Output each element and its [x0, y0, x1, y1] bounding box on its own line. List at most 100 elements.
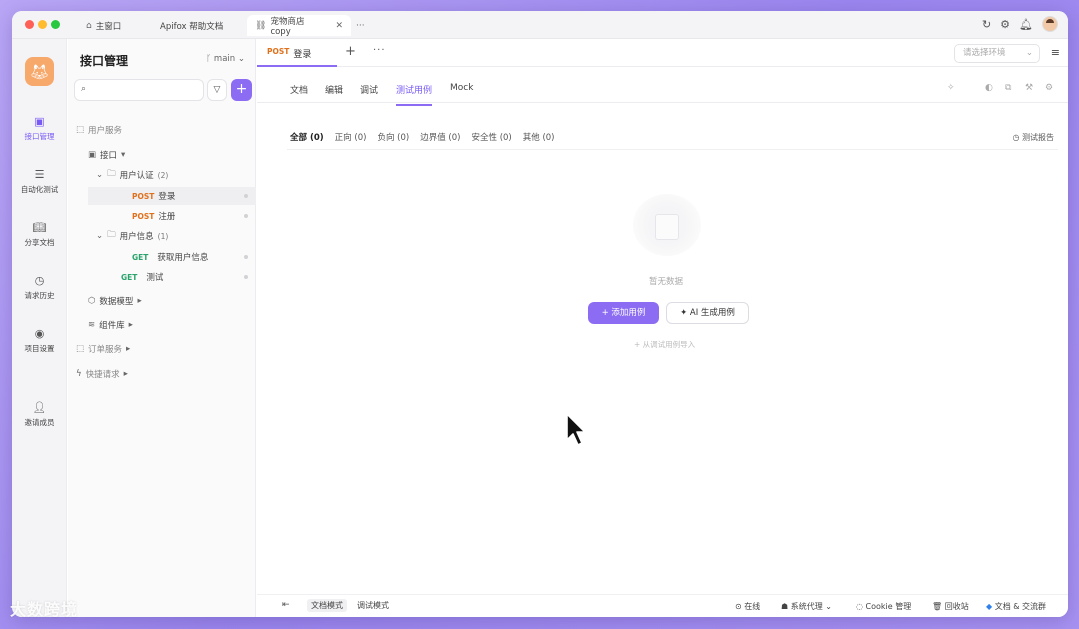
branch-selector[interactable]: ᚴ main ⌄ [206, 54, 245, 64]
filter-boundary[interactable]: 边界值 (0) [420, 131, 460, 143]
caret-right-icon: ▸ [128, 320, 133, 330]
tree-item-test[interactable]: GET 测试 [88, 268, 256, 286]
case-filters: 全部 (0) 正向 (0) 负向 (0) 边界值 (0) 安全性 (0) 其他 … [290, 131, 555, 143]
tree-quick-request[interactable]: ϟ 快捷请求 ▸ [76, 365, 128, 383]
tree-order-service[interactable]: ⬚ 订单服务 ▸ [76, 340, 130, 358]
tab-doc[interactable]: 文档 [290, 83, 308, 104]
branch-icon: ᚴ [206, 54, 212, 64]
branch-name: main [213, 54, 236, 64]
bell-icon[interactable]: 🔔︎ [1019, 18, 1033, 31]
request-tab-name: 登录 [293, 50, 312, 60]
ai-generate-button[interactable]: ✦ AI 生成用例 [666, 302, 749, 324]
maximize-window-button[interactable] [51, 20, 60, 29]
close-tab-icon[interactable]: ✕ [335, 21, 343, 31]
window-tab-help[interactable]: Apifox 帮助文档 [152, 15, 231, 36]
rail-item-history[interactable]: ◷ 请求历史 [12, 274, 67, 301]
gear-icon[interactable]: ⚙ [1000, 18, 1010, 31]
palette-icon[interactable]: ◐ [985, 83, 993, 93]
search-input[interactable]: ⌕ [74, 79, 204, 101]
status-bar: ⇤ 文档模式 调试模式 ⊙ 在线 ☗ 系统代理 ⌄ ◌ Cookie 管理 🗑︎… [257, 594, 1068, 617]
rail-item-label: 分享文档 [24, 238, 55, 247]
cookie-manager[interactable]: ◌ Cookie 管理 [856, 601, 911, 612]
filter-positive[interactable]: 正向 (0) [335, 131, 367, 143]
folder-service-icon: ⬚ [76, 125, 85, 135]
new-tab-button[interactable]: + [345, 44, 356, 59]
debug-mode-toggle[interactable]: 调试模式 [353, 599, 393, 612]
rail-item-settings[interactable]: ◉ 项目设置 [12, 327, 67, 354]
tab-debug[interactable]: 调试 [360, 83, 378, 104]
filter-all[interactable]: 全部 (0) [290, 131, 324, 143]
check-circle-icon: ⊙ [735, 602, 742, 611]
more-icon: ··· [356, 20, 365, 31]
method-badge: GET [132, 252, 149, 262]
more-icon[interactable]: ··· [373, 45, 386, 56]
more-tabs-button[interactable]: ··· [348, 15, 373, 36]
environment-select[interactable]: 请选择环境 ⌄ [954, 44, 1040, 63]
proxy-selector[interactable]: ☗ 系统代理 ⌄ [781, 601, 832, 612]
clock-icon: ◷ [34, 274, 45, 287]
rail-item-invite[interactable]: 👤︎ 邀请成员 [12, 401, 67, 428]
test-report-button[interactable]: ◷ 测试报告 [1012, 132, 1054, 143]
avatar[interactable] [1042, 16, 1058, 32]
caret-down-icon: ▾ [121, 150, 126, 160]
clock-icon: ◷ [1012, 133, 1020, 142]
chevron-down-icon: ⌄ [96, 231, 104, 241]
request-tab-bar: POST 登录 + ··· 请选择环境 ⌄ ≡ [257, 39, 1068, 67]
tree-folder-info[interactable]: ⌄ 🗀︎ 用户信息 (1) [96, 227, 168, 245]
sidebar-title: 接口管理 [80, 54, 129, 68]
tree-item-register[interactable]: POST 注册 [88, 207, 256, 225]
window-tab-main[interactable]: ⌂ 主窗口 [78, 15, 129, 36]
add-button[interactable]: + [231, 79, 252, 101]
minimize-window-button[interactable] [38, 20, 47, 29]
filter-negative[interactable]: 负向 (0) [377, 131, 409, 143]
method-badge: GET [121, 272, 138, 282]
recycle-bin[interactable]: 🗑︎ 回收站 [932, 601, 969, 612]
app-window: ⌂ 主窗口 Apifox 帮助文档 ⛓ 宠物商店 copy ✕ ··· ↻ ⚙ … [12, 11, 1068, 617]
filter-security[interactable]: 安全性 (0) [471, 131, 511, 143]
doc-mode-toggle[interactable]: 文档模式 [307, 599, 347, 612]
tab-mock[interactable]: Mock [450, 83, 473, 101]
tools-icon[interactable]: ⚒ [1025, 83, 1033, 93]
magic-wand-icon[interactable]: ✧ [947, 83, 955, 93]
tab-edit[interactable]: 编辑 [325, 83, 343, 104]
filter-other[interactable]: 其他 (0) [523, 131, 555, 143]
tab-test-cases[interactable]: 测试用例 [396, 83, 433, 106]
settings-icon[interactable]: ⚙ [1045, 83, 1053, 93]
status-dot [244, 194, 248, 198]
import-from-debug-link[interactable]: + 从调试用例导入 [634, 339, 695, 350]
title-bar-actions: ↻ ⚙ 🔔︎ [982, 16, 1058, 32]
chevron-down-icon: ⌄ [825, 602, 832, 611]
filter-button[interactable]: ▽ [207, 79, 227, 101]
chevron-down-icon: ⌄ [96, 170, 104, 180]
rail-item-api-management[interactable]: ▣ 接口管理 [12, 115, 67, 142]
tree-data-model[interactable]: ⬡ 数据模型 ▸ [88, 292, 142, 310]
rail-item-label: 邀请成员 [24, 418, 55, 427]
add-case-button[interactable]: + 添加用例 [588, 302, 659, 324]
rail-item-automation[interactable]: ☰ 自动化测试 [12, 168, 67, 195]
docs-community[interactable]: ◆ 文档 & 交流群 [986, 601, 1046, 612]
tree-user-service[interactable]: ⬚ 用户服务 [76, 121, 122, 139]
trash-icon: 🗑︎ [932, 602, 943, 611]
refresh-icon[interactable]: ↻ [982, 18, 991, 31]
menu-icon[interactable]: ≡ [1051, 46, 1060, 59]
add-user-icon: 👤︎ [32, 401, 47, 414]
close-window-button[interactable] [25, 20, 34, 29]
tree-components[interactable]: ≋ 组件库 ▸ [88, 316, 133, 334]
tree-folder-auth[interactable]: ⌄ 🗀︎ 用户认证 (2) [96, 166, 168, 184]
folder-icon: 🗀︎ [107, 230, 116, 240]
tree-interface[interactable]: ▣ 接口 ▾ [88, 146, 125, 164]
left-rail: 🦊︎ ▣ 接口管理 ☰ 自动化测试 📖︎ 分享文档 ◷ 请求历史 ◉ 项目设置 … [12, 39, 67, 617]
caret-right-icon: ▸ [137, 296, 142, 306]
layers-icon: ≋ [88, 320, 96, 330]
request-tab-login[interactable]: POST 登录 [267, 47, 311, 60]
status-dot [244, 275, 248, 279]
tree-item-login[interactable]: POST 登录 [88, 187, 256, 205]
copy-icon[interactable]: ⧉ [1005, 83, 1011, 93]
collapse-sidebar-icon[interactable]: ⇤ [282, 600, 290, 610]
window-tab-project[interactable]: ⛓ 宠物商店 copy ✕ [247, 15, 351, 37]
method-badge: POST [132, 191, 155, 201]
rail-item-share-docs[interactable]: 📖︎ 分享文档 [12, 221, 67, 248]
tree-item-get-user-info[interactable]: GET 获取用户信息 [88, 248, 256, 266]
folder-service-icon: ⬚ [76, 344, 85, 354]
online-status[interactable]: ⊙ 在线 [735, 601, 760, 612]
